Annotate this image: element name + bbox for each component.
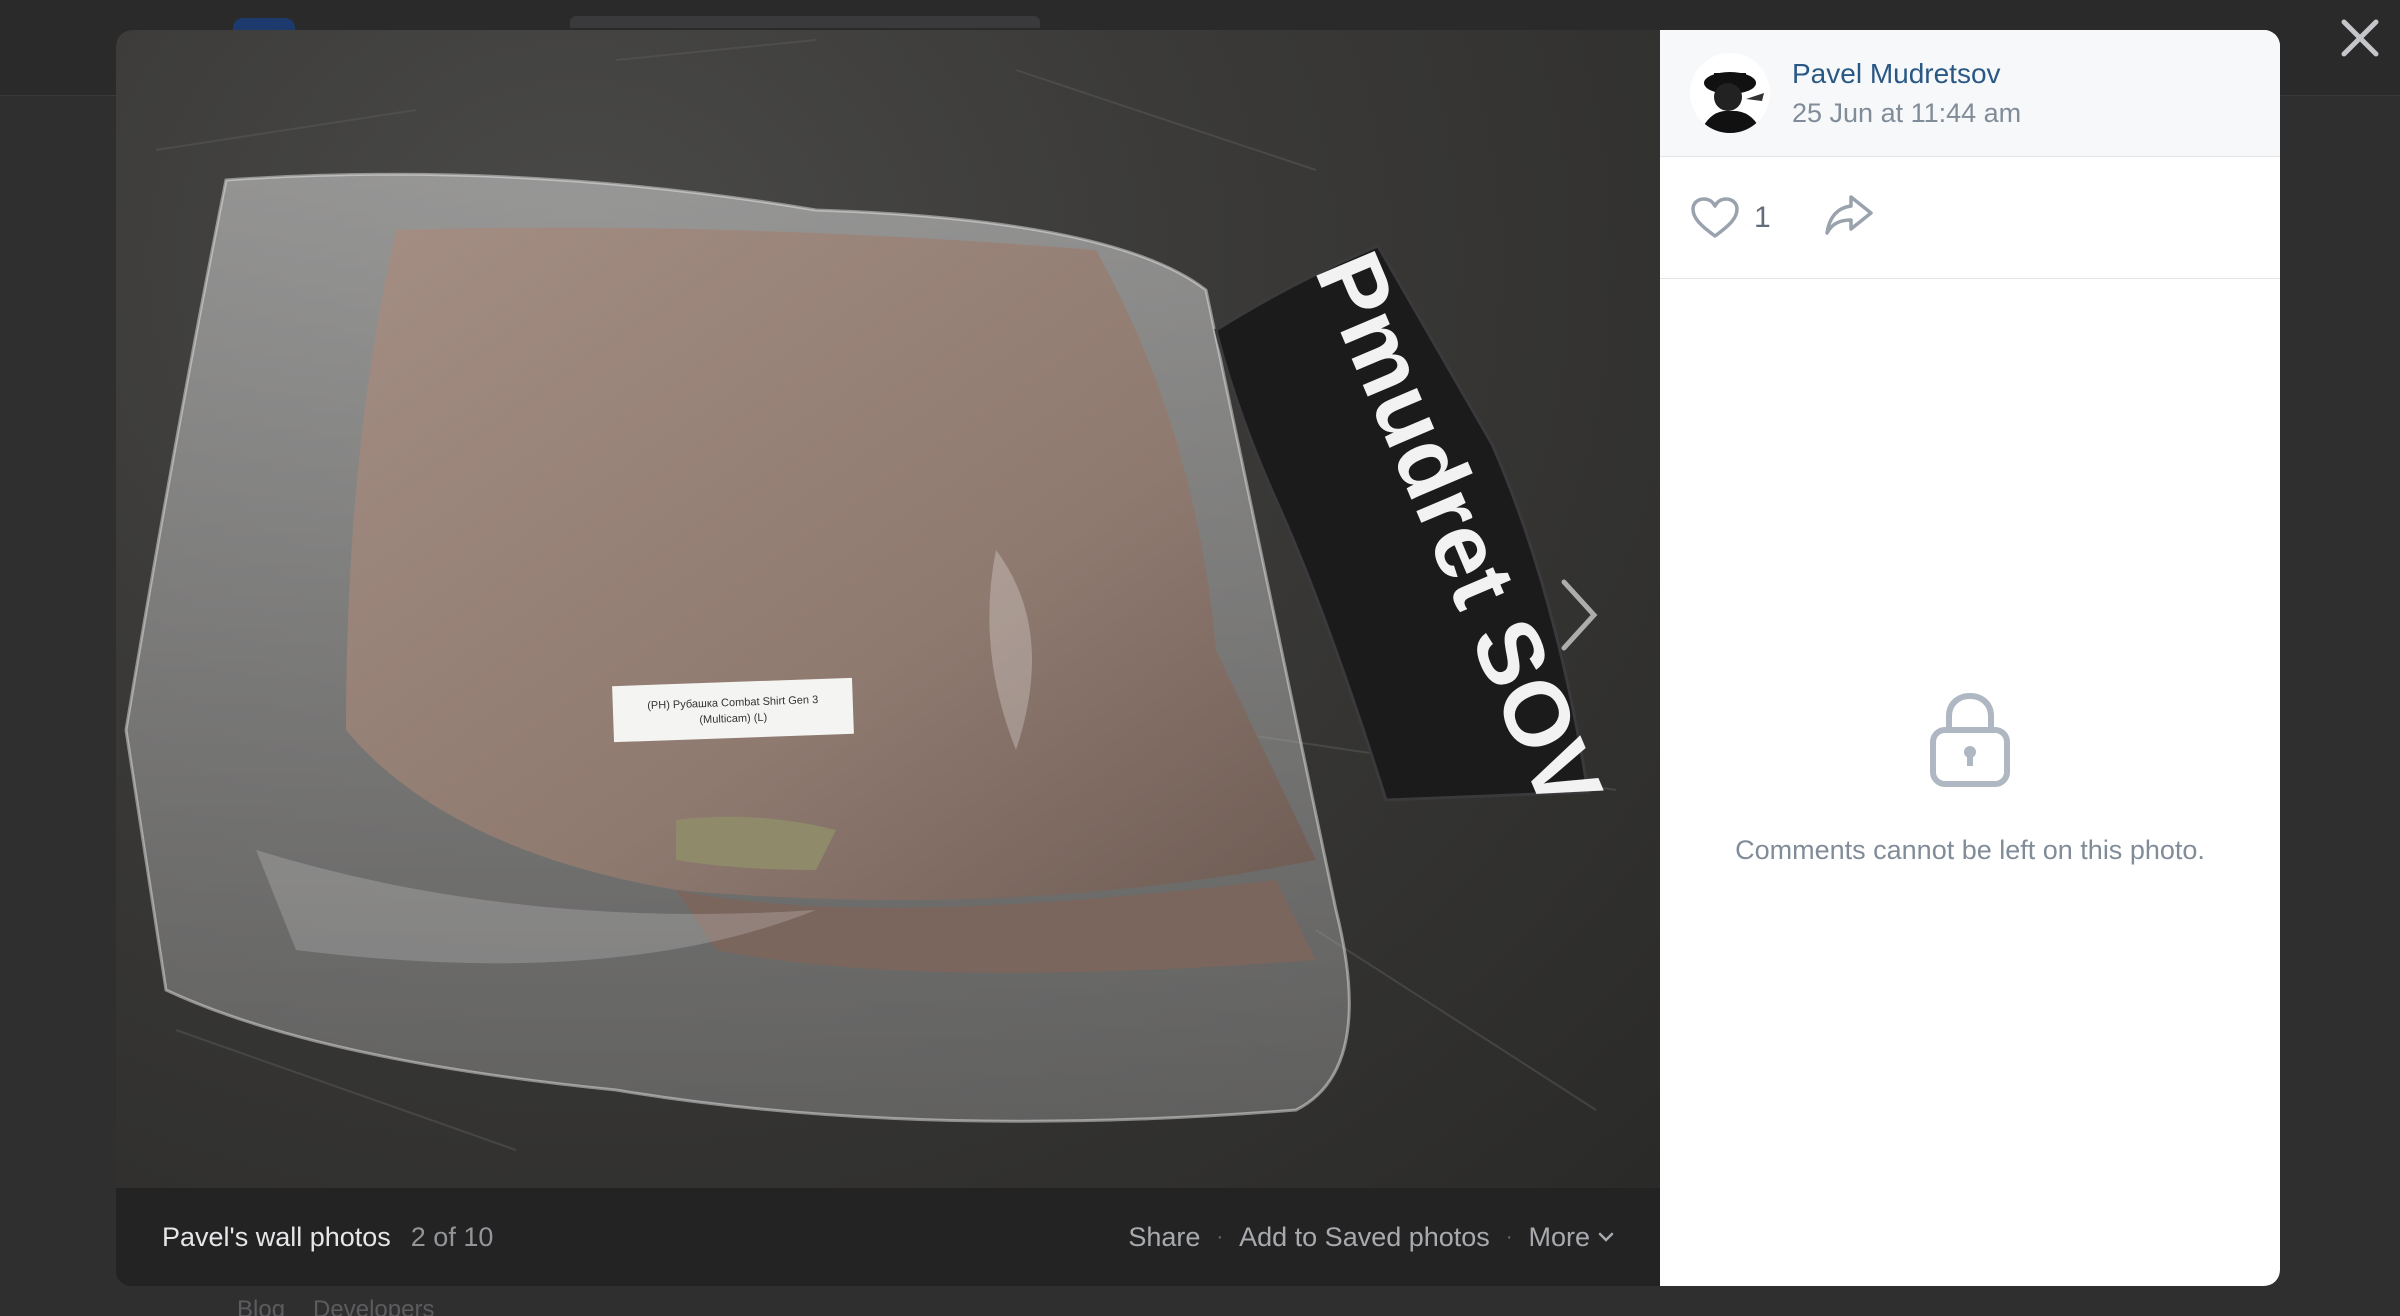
share-button[interactable] [1823, 193, 1875, 242]
avatar-image [1690, 53, 1770, 133]
svg-text:(Multicam) (L): (Multicam) (L) [699, 712, 767, 726]
author-name[interactable]: Pavel Mudretsov [1792, 58, 2021, 90]
photo[interactable]: (PH) Рубашка Combat Shirt Gen 3 (Multica… [116, 30, 1660, 1188]
lock-icon [1930, 692, 2010, 787]
separator-dot: · [1505, 1225, 1513, 1248]
photo-viewer: (PH) Рубашка Combat Shirt Gen 3 (Multica… [116, 30, 2280, 1286]
add-to-saved-link[interactable]: Add to Saved photos [1239, 1222, 1490, 1253]
chevron-right-icon [1561, 579, 1598, 651]
heart-icon [1691, 196, 1739, 238]
separator-dot: · [1216, 1225, 1224, 1248]
close-button[interactable] [2336, 14, 2384, 62]
footer-link-developers[interactable]: Developers [313, 1296, 434, 1316]
album-title[interactable]: Pavel's wall photos [162, 1222, 391, 1253]
like-button[interactable]: 1 [1690, 196, 1771, 240]
comments-locked-text: Comments cannot be left on this photo. [1735, 835, 2205, 865]
close-icon [2341, 19, 2379, 57]
more-label: More [1528, 1221, 1590, 1252]
background-footer: Blog Developers [237, 1296, 434, 1316]
chevron-down-icon [1598, 1232, 1614, 1242]
share-link[interactable]: Share [1128, 1222, 1200, 1253]
post-actions: 1 [1660, 157, 2280, 279]
post-date[interactable]: 25 Jun at 11:44 am [1792, 98, 2021, 129]
avatar[interactable] [1690, 53, 1770, 133]
photo-image: (PH) Рубашка Combat Shirt Gen 3 (Multica… [124, 39, 1621, 1151]
photo-position: 2 of 10 [410, 1221, 494, 1252]
next-photo-button[interactable] [1546, 570, 1606, 660]
comments-locked: Comments cannot be left on this photo. [1660, 690, 2280, 866]
background-search [570, 16, 1040, 28]
share-arrow-icon [1824, 195, 1873, 235]
post-side-panel: Pavel Mudretsov 25 Jun at 11:44 am 1 Com… [1660, 30, 2280, 1286]
previous-photo-button[interactable] [166, 570, 226, 660]
more-dropdown[interactable]: More [1528, 1222, 1614, 1253]
photo-bottom-bar: Pavel's wall photos 2 of 10 Share · Add … [116, 1188, 1660, 1286]
like-count: 1 [1754, 200, 1771, 234]
post-header: Pavel Mudretsov 25 Jun at 11:44 am [1660, 30, 2280, 157]
photo-actions: Share · Add to Saved photos · More [1128, 1188, 1614, 1286]
footer-link-blog[interactable]: Blog [237, 1296, 285, 1316]
